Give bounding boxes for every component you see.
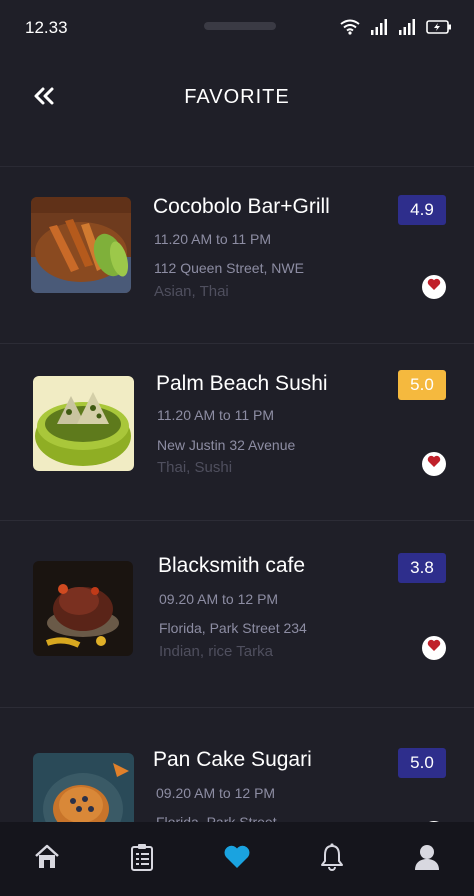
restaurant-cuisine: Thai, Sushi [157, 459, 233, 476]
heart-icon [223, 844, 251, 875]
restaurant-address: Florida, Park Street [156, 814, 277, 822]
header: FAVORITE [0, 56, 474, 167]
restaurant-name[interactable]: Palm Beach Sushi [156, 372, 328, 396]
status-time: 12.33 [25, 18, 68, 37]
restaurant-name[interactable]: Blacksmith cafe [158, 554, 305, 578]
signal-icon-2 [398, 18, 416, 41]
nav-home[interactable] [17, 829, 77, 889]
list-icon [130, 843, 154, 876]
heart-icon [427, 455, 441, 473]
notch-pill [204, 22, 276, 30]
status-icons [340, 18, 452, 40]
restaurant-hours: 11.20 AM to 11 PM [154, 231, 271, 247]
restaurant-thumbnail [33, 561, 133, 656]
rating-badge: 5.0 [398, 370, 446, 400]
favorite-button[interactable] [422, 452, 446, 476]
nav-notifications[interactable] [302, 829, 362, 889]
restaurant-cuisine: Asian, Thai [154, 283, 229, 300]
restaurant-hours: 09.20 AM to 12 PM [156, 785, 276, 801]
restaurant-thumbnail [31, 197, 131, 293]
status-bar: 12.33 [0, 0, 474, 56]
home-icon [33, 843, 61, 876]
restaurant-card[interactable]: Cocobolo Bar+Grill 11.20 AM to 11 PM 112… [0, 167, 474, 344]
restaurant-address: 112 Queen Street, NWE [154, 260, 304, 276]
restaurant-name[interactable]: Cocobolo Bar+Grill [153, 195, 330, 219]
favorite-button[interactable] [422, 636, 446, 660]
nav-favorites[interactable] [207, 829, 267, 889]
rating-badge: 4.9 [398, 195, 446, 225]
signal-icon [370, 18, 388, 41]
restaurant-card[interactable]: Pan Cake Sugari 09.20 AM to 12 PM Florid… [0, 708, 474, 822]
heart-icon [427, 278, 441, 296]
restaurant-address: Florida, Park Street 234 [159, 620, 307, 636]
nav-profile[interactable] [397, 829, 457, 889]
favorites-list: Cocobolo Bar+Grill 11.20 AM to 11 PM 112… [0, 167, 474, 822]
restaurant-address: New Justin 32 Avenue [157, 437, 296, 453]
wifi-icon [340, 19, 360, 40]
restaurant-hours: 09.20 AM to 12 PM [159, 591, 279, 607]
restaurant-name[interactable]: Pan Cake Sugari [153, 748, 312, 772]
nav-list[interactable] [112, 829, 172, 889]
user-icon [413, 843, 441, 876]
favorite-button[interactable] [422, 275, 446, 299]
restaurant-thumbnail [33, 753, 134, 822]
restaurant-cuisine: Indian, rice Tarka [159, 643, 273, 660]
restaurant-hours: 11.20 AM to 11 PM [157, 407, 274, 423]
heart-icon [427, 639, 441, 657]
restaurant-card[interactable]: Blacksmith cafe 09.20 AM to 12 PM Florid… [0, 521, 474, 708]
page-title: FAVORITE [184, 86, 290, 108]
bottom-nav [0, 822, 474, 896]
rating-badge: 5.0 [398, 748, 446, 778]
bell-icon [319, 843, 345, 876]
restaurant-card[interactable]: Palm Beach Sushi 11.20 AM to 11 PM New J… [0, 344, 474, 521]
battery-icon [426, 19, 452, 40]
restaurant-thumbnail [33, 376, 134, 471]
rating-badge: 3.8 [398, 553, 446, 583]
